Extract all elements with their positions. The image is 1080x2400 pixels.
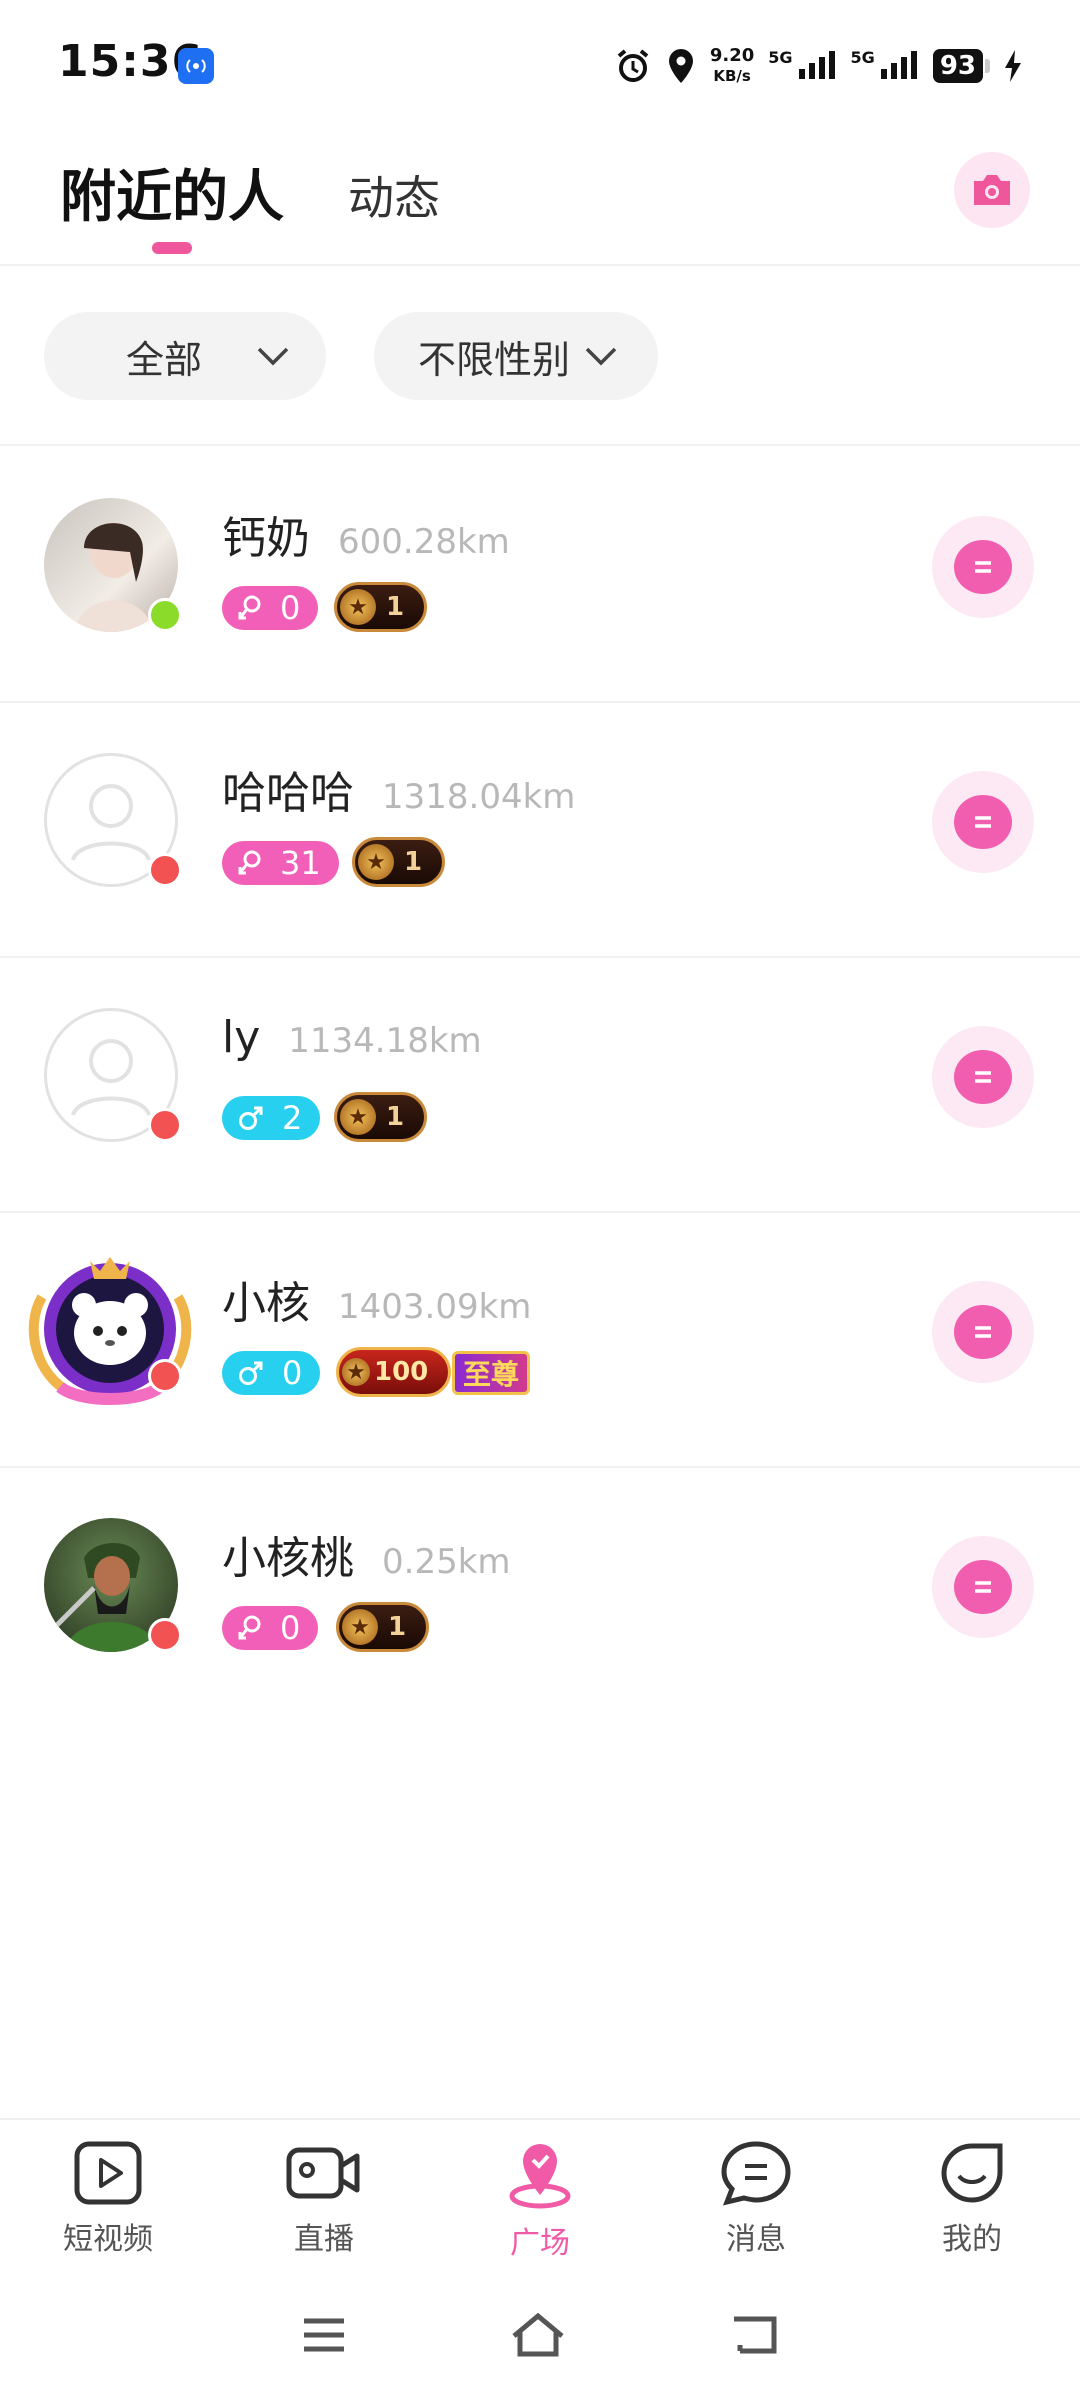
- nav-square[interactable]: 广场: [432, 2120, 648, 2270]
- level-badge: ★ 1: [334, 582, 428, 632]
- female-icon: [238, 1615, 261, 1640]
- level-badge: ★ 1: [336, 1602, 430, 1652]
- short-video-icon: [74, 2141, 142, 2205]
- level-value: 1: [388, 1612, 407, 1642]
- level-value: 1: [386, 592, 405, 622]
- star-medal-icon: ★: [342, 1609, 378, 1645]
- live-camera-icon: [286, 2147, 360, 2199]
- camera-button[interactable]: [954, 152, 1030, 228]
- charging-icon: [1005, 50, 1021, 82]
- system-nav-bar: [0, 2290, 1080, 2380]
- chevron-down-icon: [585, 347, 617, 366]
- bottom-nav: 短视频 直播 广场 消息 我的: [0, 2118, 1080, 2270]
- screen-cast-icon: [178, 48, 214, 84]
- gender-badge: 31: [222, 841, 339, 885]
- user-row[interactable]: 哈哈哈 1318.04km 31 ★ 1: [0, 701, 1080, 958]
- user-distance: 600.28km: [338, 522, 510, 562]
- male-icon: [239, 1361, 263, 1385]
- signal-icon: 5G: [851, 50, 919, 81]
- chat-button[interactable]: [932, 516, 1034, 618]
- chat-icon: [954, 540, 1012, 594]
- user-name: 钙奶 600.28km: [222, 513, 510, 564]
- chat-button[interactable]: [932, 1281, 1034, 1383]
- active-tab-indicator: [152, 242, 192, 254]
- signal-icon: 5G: [768, 50, 836, 81]
- user-name: 哈哈哈 1318.04km: [222, 768, 576, 819]
- vip-badge: 至尊: [452, 1351, 531, 1395]
- level-badge: ★ 1: [334, 1092, 428, 1142]
- network-speed: 9.20 KB/s: [709, 45, 755, 86]
- user-name: ly 1134.18km: [222, 1012, 482, 1063]
- camera-icon: [974, 175, 1010, 205]
- level-value: 1: [404, 847, 423, 877]
- gender-count: 0: [280, 589, 301, 627]
- alarm-icon: [617, 49, 649, 82]
- level-badge: ★ 1: [352, 837, 446, 887]
- user-name: 小核 1403.09km: [222, 1278, 532, 1329]
- user-row[interactable]: 钙奶 600.28km 0 ★ 1: [0, 446, 1080, 703]
- status-indicators: 9.20 KB/s 5G 5G 93: [614, 44, 1022, 88]
- female-icon: [238, 595, 261, 620]
- level-badge: ★ 100: [336, 1347, 452, 1397]
- star-medal-icon: ★: [342, 1358, 370, 1386]
- chat-button[interactable]: [932, 1026, 1034, 1128]
- gender-badge: 0: [222, 586, 319, 630]
- home-icon[interactable]: [508, 2310, 568, 2360]
- online-status-dot: [148, 1618, 182, 1652]
- nav-short-video[interactable]: 短视频: [0, 2120, 216, 2270]
- scope-filter[interactable]: 全部: [44, 312, 326, 400]
- gender-count: 0: [282, 1354, 303, 1392]
- user-name: 小核桃 0.25km: [222, 1533, 511, 1584]
- chat-button[interactable]: [932, 771, 1034, 873]
- gender-count: 2: [282, 1099, 303, 1137]
- square-location-icon: [509, 2144, 571, 2209]
- online-status-dot: [148, 853, 182, 887]
- header-divider: [0, 264, 1080, 266]
- gender-filter-label: 不限性别: [418, 337, 571, 382]
- user-distance: 0.25km: [382, 1542, 511, 1582]
- user-row[interactable]: 小核 1403.09km 0 ★ 100 至尊: [0, 1211, 1080, 1468]
- location-icon: [668, 49, 693, 83]
- nav-messages[interactable]: 消息: [648, 2120, 864, 2270]
- chevron-down-icon: [257, 347, 289, 366]
- gender-count: 31: [280, 844, 321, 882]
- star-medal-icon: ★: [340, 1099, 376, 1135]
- message-icon: [721, 2141, 791, 2206]
- chat-icon: [954, 1305, 1012, 1359]
- female-icon: [238, 850, 261, 875]
- chat-icon: [954, 1560, 1012, 1614]
- nav-profile[interactable]: 我的: [864, 2120, 1080, 2270]
- user-distance: 1318.04km: [382, 777, 576, 817]
- chat-icon: [954, 1050, 1012, 1104]
- user-row[interactable]: ly 1134.18km 2 ★ 1: [0, 956, 1080, 1213]
- tab-nearby[interactable]: 附近的人: [60, 152, 284, 233]
- nav-live[interactable]: 直播: [216, 2120, 432, 2270]
- back-icon[interactable]: [728, 2313, 780, 2357]
- level-value: 1: [386, 1102, 405, 1132]
- online-status-dot: [148, 1359, 182, 1393]
- gender-badge: 0: [222, 1351, 321, 1395]
- menu-icon[interactable]: [300, 2315, 348, 2355]
- male-icon: [239, 1106, 263, 1130]
- gender-badge: 2: [222, 1096, 321, 1140]
- chat-icon: [954, 795, 1012, 849]
- chat-button[interactable]: [932, 1536, 1034, 1638]
- star-medal-icon: ★: [358, 844, 394, 880]
- battery-icon: 93: [932, 49, 990, 83]
- level-value: 100: [374, 1357, 429, 1387]
- scope-filter-label: 全部: [126, 337, 203, 382]
- star-medal-icon: ★: [340, 589, 376, 625]
- online-status-dot: [148, 1108, 182, 1142]
- user-distance: 1403.09km: [338, 1287, 532, 1327]
- tab-moments[interactable]: 动态: [348, 162, 440, 228]
- user-distance: 1134.18km: [288, 1021, 482, 1061]
- online-status-dot: [148, 598, 182, 632]
- gender-count: 0: [280, 1609, 301, 1647]
- user-row[interactable]: 小核桃 0.25km 0 ★ 1: [0, 1466, 1080, 1721]
- profile-icon: [941, 2143, 1003, 2203]
- gender-filter[interactable]: 不限性别: [374, 312, 658, 400]
- gender-badge: 0: [222, 1606, 319, 1650]
